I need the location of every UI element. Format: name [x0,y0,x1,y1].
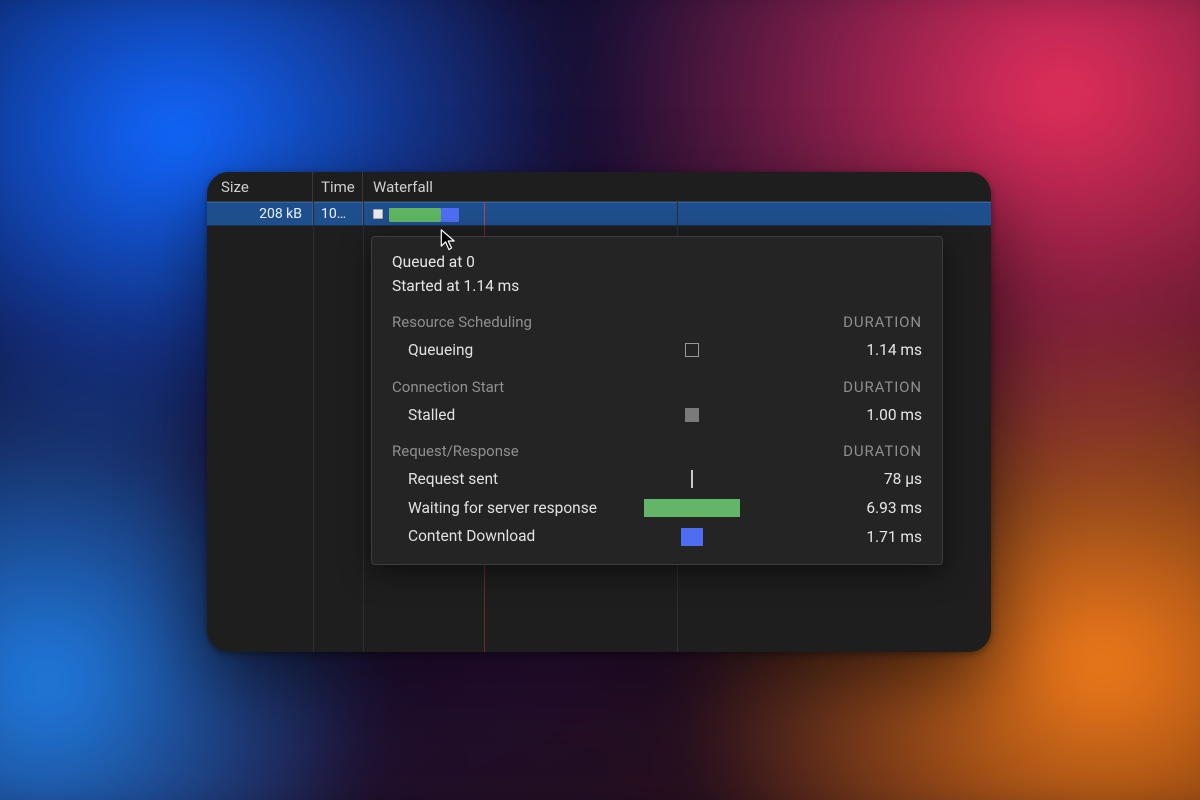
timing-item-stalled: Stalled 1.00 ms [392,406,922,425]
timing-value: 1.14 ms [782,341,922,359]
cell-waterfall[interactable] [363,203,991,225]
tooltip-started-at: Started at 1.14 ms [392,277,922,295]
waterfall-content-segment [441,208,459,222]
section-title: Request/Response [392,442,519,460]
waterfall-waiting-segment [389,208,441,222]
timing-label: Stalled [392,406,602,425]
timing-label: Queueing [392,341,602,360]
content-download-swatch-icon [681,528,703,546]
request-sent-swatch-icon [691,470,693,488]
column-header-waterfall[interactable]: Waterfall [363,172,991,201]
devtools-network-panel: Size Time Waterfall 208 kB 10… Queued at… [207,172,991,652]
column-header-time[interactable]: Time [313,172,363,201]
waterfall-load-marker [484,203,485,225]
column-header-row: Size Time Waterfall [207,172,991,202]
cell-size: 208 kB [207,203,313,225]
timing-label: Waiting for server response [392,499,602,518]
timing-item-content-download: Content Download 1.71 ms [392,527,922,546]
section-title: Resource Scheduling [392,313,532,331]
timing-item-request-sent: Request sent 78 µs [392,470,922,489]
column-header-size[interactable]: Size [207,172,313,201]
timing-label: Content Download [392,527,602,546]
section-connection-start: Connection Start DURATION [392,378,922,396]
timing-value: 1.00 ms [782,406,922,424]
network-table-body: 208 kB 10… Queued at 0 Started at 1.14 m… [207,202,991,652]
waterfall-queue-segment [373,209,383,219]
section-request-response: Request/Response DURATION [392,442,922,460]
timing-value: 78 µs [782,470,922,488]
queueing-swatch-icon [685,343,699,357]
timing-item-queueing: Queueing 1.14 ms [392,341,922,360]
stalled-swatch-icon [685,408,699,422]
timing-label: Request sent [392,470,602,489]
duration-header: DURATION [843,313,922,331]
waiting-swatch-icon [644,499,740,517]
network-request-row-selected[interactable]: 208 kB 10… [207,202,991,226]
cell-time: 10… [313,203,363,225]
section-resource-scheduling: Resource Scheduling DURATION [392,313,922,331]
timing-item-waiting: Waiting for server response 6.93 ms [392,499,922,518]
section-title: Connection Start [392,378,504,396]
tooltip-queued-at: Queued at 0 [392,253,922,271]
timing-tooltip: Queued at 0 Started at 1.14 ms Resource … [371,236,943,565]
timing-value: 1.71 ms [782,528,922,546]
duration-header: DURATION [843,378,922,396]
timing-value: 6.93 ms [782,499,922,517]
duration-header: DURATION [843,442,922,460]
